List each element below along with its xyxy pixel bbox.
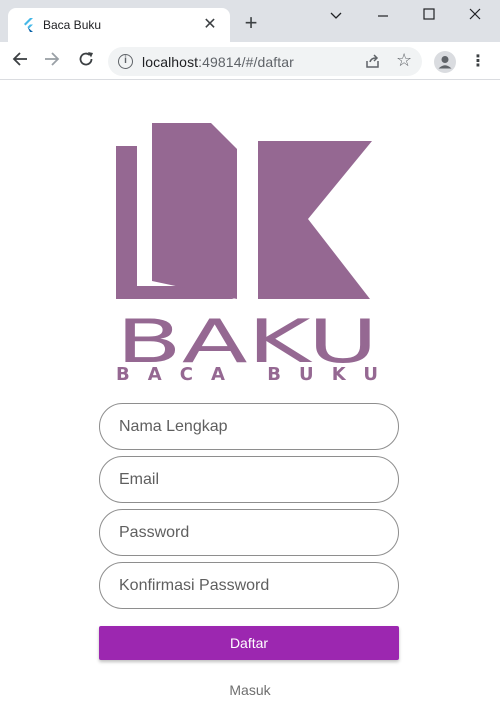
email-input[interactable] [100,457,398,502]
url-host: localhost [142,54,199,70]
login-link[interactable]: Masuk [0,682,500,698]
browser-tab[interactable]: Baca Buku ✕ [8,8,230,42]
share-icon[interactable] [364,52,382,70]
password-field[interactable] [99,509,399,556]
info-icon[interactable]: i [118,54,133,69]
confirm-password-field[interactable] [99,562,399,609]
confirm-password-input[interactable] [100,563,398,608]
full-name-input[interactable] [100,404,398,449]
flutter-icon [24,18,33,32]
url-text[interactable]: localhost:49814/#/daftar [142,54,294,70]
url-path: :49814/#/daftar [198,54,294,70]
close-tab-icon[interactable]: ✕ [200,15,220,35]
register-button[interactable]: Daftar [99,626,399,660]
kebab-menu-icon[interactable]: ⋮ [470,51,486,73]
browser-tab-bar: Baca Buku ✕ + [0,0,500,42]
browser-toolbar: i localhost:49814/#/daftar ☆ ⋮ [0,42,500,80]
close-window-icon[interactable] [452,4,498,26]
chevron-down-icon[interactable] [313,4,359,26]
tab-title: Baca Buku [43,18,102,32]
maximize-icon[interactable] [406,4,452,26]
profile-avatar-icon[interactable] [434,51,456,73]
forward-arrow-icon[interactable] [40,49,64,73]
back-arrow-icon[interactable] [8,49,32,73]
new-tab-button[interactable]: + [240,12,262,35]
bookmark-star-icon[interactable]: ☆ [396,50,412,70]
reload-icon[interactable] [74,49,98,73]
minimize-icon[interactable] [360,4,406,26]
password-input[interactable] [100,510,398,555]
logo-tagline: BACA BUKU [116,364,378,383]
logo-emblem-l [116,123,237,299]
email-field[interactable] [99,456,399,503]
baku-logo: BAKU BACA BUKU [116,123,378,383]
address-bar[interactable]: i localhost:49814/#/daftar ☆ [108,47,422,76]
register-page: BAKU BACA BUKU Daftar Masuk [0,81,500,727]
full-name-field[interactable] [99,403,399,450]
logo-emblem-k [258,141,372,299]
